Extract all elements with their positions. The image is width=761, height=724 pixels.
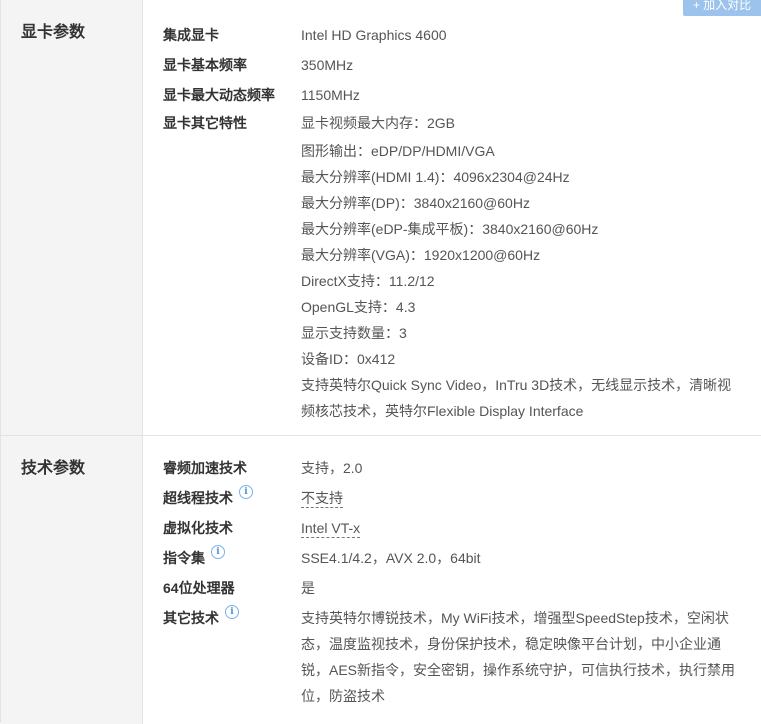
- spec-value: SSE4.1/4.2，AVX 2.0，64bit: [301, 550, 481, 566]
- spec-row: 睿频加速技术 支持，2.0: [163, 453, 761, 483]
- spec-row: 64位处理器 是: [163, 573, 761, 603]
- spec-row: 集成显卡 Intel HD Graphics 4600: [163, 20, 761, 50]
- tech-body: 睿频加速技术 支持，2.0 超线程技术 i 不支持 虚拟化技术 Intel VT…: [143, 436, 761, 724]
- spec-label-text: 指令集: [163, 550, 205, 566]
- spec-value-line: 最大分辨率(eDP-集成平板)：3840x2160@60Hz: [301, 221, 599, 237]
- graphics-section: 显卡参数 集成显卡 Intel HD Graphics 4600 显卡基本频率 …: [1, 0, 761, 436]
- spec-value-line: DirectX支持：11.2/12: [301, 273, 435, 289]
- spec-row: 指令集 i SSE4.1/4.2，AVX 2.0，64bit: [163, 543, 761, 573]
- section-title-tech: 技术参数: [1, 436, 143, 724]
- spec-value-link[interactable]: Intel VT-x: [301, 520, 361, 538]
- add-to-compare-button[interactable]: + 加入对比: [683, 0, 761, 16]
- spec-label: 虚拟化技术: [163, 520, 233, 536]
- spec-row: 超线程技术 i 不支持: [163, 483, 761, 513]
- spec-label: 集成显卡: [163, 27, 219, 43]
- spec-value-line: 锐，AES新指令，安全密钥，操作系统守护，可信执行技术，执行禁用: [301, 662, 736, 678]
- spec-value-list: 支持英特尔博锐技术，My WiFi技术，增强型SpeedStep技术，空闲状 态…: [301, 603, 761, 709]
- spec-value-line: 图形输出：eDP/DP/HDMI/VGA: [301, 143, 495, 159]
- spec-value-line: 最大分辨率(VGA)：1920x1200@60Hz: [301, 247, 541, 263]
- info-icon[interactable]: i: [211, 545, 225, 559]
- spec-value-line: 位，防盗技术: [301, 688, 385, 704]
- spec-panel: + 加入对比 显卡参数 集成显卡 Intel HD Graphics 4600 …: [0, 0, 761, 724]
- spec-value-list: 显卡视频最大内存：2GB 图形输出：eDP/DP/HDMI/VGA 最大分辨率(…: [301, 108, 761, 424]
- spec-value-line: OpenGL支持：4.3: [301, 299, 416, 315]
- spec-value: 1150MHz: [301, 87, 360, 103]
- spec-label: 指令集 i: [163, 543, 301, 573]
- spec-label: 64位处理器: [163, 580, 235, 596]
- spec-label-text: 超线程技术: [163, 490, 233, 506]
- spec-label: 其它技术 i: [163, 603, 301, 709]
- spec-label: 超线程技术 i: [163, 483, 301, 513]
- spec-value: 是: [301, 580, 315, 596]
- spec-value-line: 支持英特尔Quick Sync Video，InTru 3D技术，无线显示技术，…: [301, 377, 732, 393]
- spec-value-line: 最大分辨率(HDMI 1.4)：4096x2304@24Hz: [301, 169, 570, 185]
- spec-value-link[interactable]: 不支持: [301, 490, 343, 508]
- spec-value: 350MHz: [301, 57, 354, 73]
- spec-row: 显卡基本频率 350MHz: [163, 50, 761, 80]
- spec-row: 虚拟化技术 Intel VT-x: [163, 513, 761, 543]
- spec-label: 显卡基本频率: [163, 57, 247, 73]
- spec-row: 其它技术 i 支持英特尔博锐技术，My WiFi技术，增强型SpeedStep技…: [163, 603, 761, 709]
- spec-value-line: 显示支持数量：3: [301, 325, 407, 341]
- spec-label: 显卡其它特性: [163, 115, 247, 131]
- spec-value: 支持，2.0: [301, 460, 363, 476]
- graphics-body: 集成显卡 Intel HD Graphics 4600 显卡基本频率 350MH…: [143, 0, 761, 435]
- spec-row: 显卡其它特性 显卡视频最大内存：2GB 图形输出：eDP/DP/HDMI/VGA…: [163, 108, 761, 424]
- section-title-graphics: 显卡参数: [1, 0, 143, 435]
- spec-value-line: 显卡视频最大内存：2GB: [301, 115, 456, 131]
- spec-value-line: 态，温度监视技术，身份保护技术，稳定映像平台计划，中小企业通: [301, 636, 721, 652]
- spec-value-line: 设备ID：0x412: [301, 351, 396, 367]
- info-icon[interactable]: i: [239, 485, 253, 499]
- spec-value-line: 最大分辨率(DP)：3840x2160@60Hz: [301, 195, 530, 211]
- spec-value-line: 频核芯技术，英特尔Flexible Display Interface: [301, 403, 584, 419]
- info-icon[interactable]: i: [225, 605, 239, 619]
- spec-value-line: 支持英特尔博锐技术，My WiFi技术，增强型SpeedStep技术，空闲状: [301, 610, 729, 626]
- spec-value: Intel VT-x: [301, 513, 761, 543]
- spec-row: 显卡最大动态频率 1150MHz: [163, 80, 761, 110]
- spec-label: 显卡最大动态频率: [163, 87, 275, 103]
- spec-label-text: 其它技术: [163, 610, 219, 626]
- spec-value: 不支持: [301, 483, 761, 513]
- spec-value: Intel HD Graphics 4600: [301, 27, 447, 43]
- spec-label: 睿频加速技术: [163, 460, 247, 476]
- tech-section: 技术参数 睿频加速技术 支持，2.0 超线程技术 i 不支持 虚拟化技术 Int…: [1, 436, 761, 724]
